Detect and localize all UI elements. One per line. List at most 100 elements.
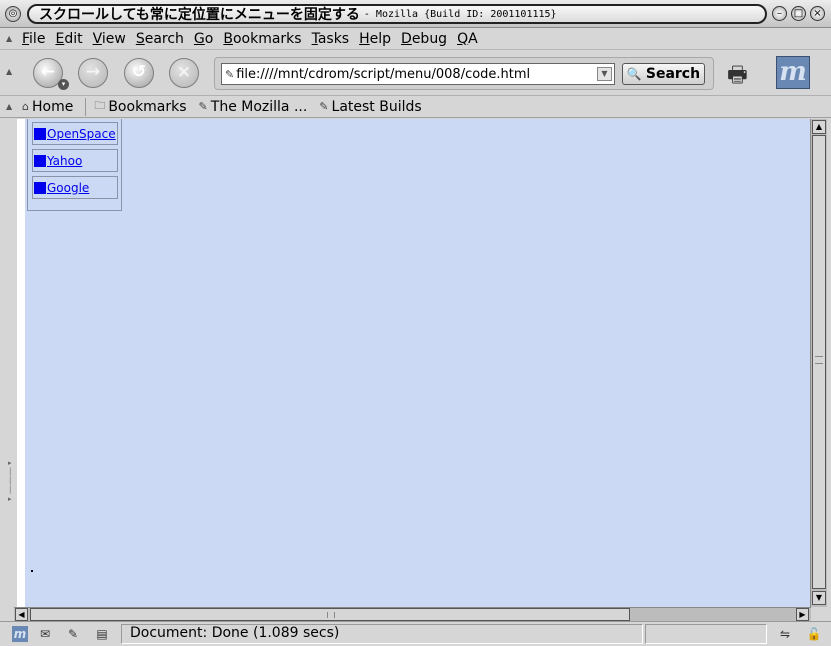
- menu-bookmarks-hotkey: B: [223, 30, 233, 47]
- sidebar-frame: ▸ │ │ │ ▸: [0, 119, 17, 607]
- menu-debug-label: ebug: [411, 30, 448, 47]
- link-bullet-icon: [34, 127, 46, 140]
- status-bar: m ✉ ✎ ▤ Document: Done (1.089 secs) ⇋ 🔓: [0, 621, 831, 646]
- home-icon: ⌂: [22, 100, 29, 113]
- bookmark-latest-label: Latest Builds: [331, 98, 422, 115]
- toolbar-separator: [85, 97, 87, 116]
- menu-tasks[interactable]: Tasks: [312, 31, 350, 47]
- menu-link-yahoo[interactable]: Yahoo: [32, 149, 118, 172]
- menu-file-label: ile: [29, 30, 46, 47]
- scroll-corner: [811, 607, 827, 621]
- security-lock-icon[interactable]: 🔓: [806, 626, 822, 642]
- page-dot: [31, 570, 33, 572]
- bookmarks-label: Bookmarks: [108, 98, 187, 115]
- menu-qa-hotkey: Q: [457, 30, 469, 47]
- scroll-left-icon[interactable]: ◀: [15, 608, 28, 621]
- menu-go-label: o: [204, 30, 214, 47]
- mail-icon[interactable]: ✉: [36, 626, 54, 642]
- menu-qa-label: A: [468, 30, 478, 47]
- window-menu-icon[interactable]: ◎: [5, 6, 21, 22]
- menubar-grip-icon[interactable]: ▲: [6, 34, 14, 44]
- scroll-right-icon[interactable]: ▶: [796, 608, 809, 621]
- progress-panel: [645, 624, 767, 644]
- link-bullet-icon: [34, 154, 46, 167]
- browser-window: ◎ スクロールしても常に定位置にメニューを固定する - Mozilla {Bui…: [0, 0, 831, 646]
- composer-icon[interactable]: ✎: [63, 626, 83, 642]
- menu-search-hotkey: S: [135, 30, 145, 47]
- print-icon[interactable]: 🖶: [727, 58, 767, 88]
- navigator-icon[interactable]: m: [12, 626, 28, 642]
- link-bullet-icon: [34, 181, 46, 194]
- menu-link-openspace[interactable]: OpenSpace: [32, 122, 118, 145]
- menu-debug-hotkey: D: [401, 30, 412, 47]
- menu-view[interactable]: View: [93, 31, 126, 47]
- close-window-icon[interactable]: ×: [810, 6, 825, 21]
- url-history-dropdown-icon[interactable]: ▼: [597, 67, 612, 81]
- menu-edit[interactable]: Edit: [55, 31, 82, 47]
- menu-edit-hotkey: E: [55, 30, 65, 47]
- menu-link-openspace-label: OpenSpace: [47, 126, 116, 141]
- window-title-build: - Mozilla {Build ID: 2001101115}: [363, 8, 557, 20]
- menu-view-hotkey: V: [92, 30, 102, 47]
- page-proxy-icon[interactable]: ✎: [225, 68, 234, 81]
- page-content: OpenSpace Yahoo Google: [25, 119, 810, 607]
- navbar-grip-icon[interactable]: ▲: [6, 67, 14, 77]
- forward-button[interactable]: →: [78, 58, 108, 88]
- thumb-grip: [327, 612, 335, 618]
- search-button-label: Search: [645, 66, 701, 82]
- home-button[interactable]: ⌂ Home: [22, 99, 73, 115]
- persbar-grip-icon[interactable]: ▲: [6, 102, 14, 112]
- scroll-down-icon[interactable]: ▼: [812, 591, 826, 605]
- vertical-scrollbar[interactable]: ▲ ▼: [810, 119, 827, 607]
- menu-edit-label: dit: [64, 30, 83, 47]
- menu-search[interactable]: Search: [136, 31, 184, 47]
- window-title-text: スクロールしても常に定位置にメニューを固定する: [39, 7, 360, 23]
- menu-search-label: earch: [144, 30, 184, 47]
- menu-go[interactable]: Go: [194, 31, 213, 47]
- reload-button[interactable]: ↺: [124, 58, 154, 88]
- horizontal-scrollbar[interactable]: ◀ ▶: [14, 607, 811, 621]
- bookmark-icon: ✎: [319, 100, 329, 113]
- maximize-icon[interactable]: □: [791, 6, 806, 21]
- menu-view-label: iew: [101, 30, 126, 47]
- menu-link-google-label: Google: [47, 180, 90, 195]
- scroll-up-icon[interactable]: ▲: [812, 120, 826, 134]
- thumb-grip: [815, 356, 823, 364]
- menu-file[interactable]: File: [22, 31, 45, 47]
- menu-help[interactable]: Help: [359, 31, 391, 47]
- minimize-icon[interactable]: –: [772, 6, 787, 21]
- personal-toolbar: ▲ ⌂ Home 🗀 Bookmarks ✎ The Mozilla ... ✎…: [0, 96, 831, 118]
- search-button[interactable]: 🔍 Search: [622, 63, 705, 85]
- menu-go-hotkey: G: [193, 30, 205, 47]
- menu-tasks-label: asks: [317, 30, 350, 47]
- bookmark-the-mozilla[interactable]: ✎ The Mozilla ...: [199, 99, 308, 115]
- status-text: Document: Done (1.089 secs): [130, 625, 340, 641]
- folder-icon: 🗀: [94, 99, 106, 112]
- menu-qa[interactable]: QA: [457, 31, 478, 47]
- bookmark-mozilla-label: The Mozilla ...: [210, 98, 308, 115]
- menu-help-label: elp: [369, 30, 392, 47]
- bookmark-icon: ✎: [198, 100, 208, 113]
- address-book-icon[interactable]: ▤: [92, 626, 112, 642]
- mozilla-throbber-icon[interactable]: m: [776, 56, 810, 89]
- online-status-icon[interactable]: ⇋: [771, 626, 799, 642]
- home-label: Home: [31, 98, 74, 115]
- menu-bookmarks-label: ookmarks: [232, 30, 302, 47]
- bookmarks-menu-button[interactable]: 🗀 Bookmarks: [94, 97, 186, 116]
- menu-debug[interactable]: Debug: [401, 31, 447, 47]
- stop-button[interactable]: ×: [169, 58, 199, 88]
- menu-help-hotkey: H: [359, 30, 370, 47]
- url-text: file:////mnt/cdrom/script/menu/008/code.…: [236, 66, 531, 82]
- menu-file-hotkey: F: [22, 30, 30, 47]
- sidebar-grippy-icon[interactable]: ▸ │ │ │ ▸: [8, 459, 12, 515]
- page-margin: [17, 119, 25, 607]
- menu-link-google[interactable]: Google: [32, 176, 118, 199]
- url-input[interactable]: ✎ file:////mnt/cdrom/script/menu/008/cod…: [221, 63, 615, 85]
- navigation-toolbar: ▲ ← ▾ → ↺ × ✎ file:////mnt/cdrom/script/…: [0, 51, 831, 96]
- title-bar[interactable]: ◎ スクロールしても常に定位置にメニューを固定する - Mozilla {Bui…: [0, 0, 831, 28]
- menu-bookmarks[interactable]: Bookmarks: [223, 31, 301, 47]
- bookmark-latest-builds[interactable]: ✎ Latest Builds: [319, 99, 421, 115]
- vertical-scroll-thumb[interactable]: [812, 135, 826, 589]
- horizontal-scroll-thumb[interactable]: [30, 608, 630, 621]
- back-dropdown-icon[interactable]: ▾: [58, 79, 69, 90]
